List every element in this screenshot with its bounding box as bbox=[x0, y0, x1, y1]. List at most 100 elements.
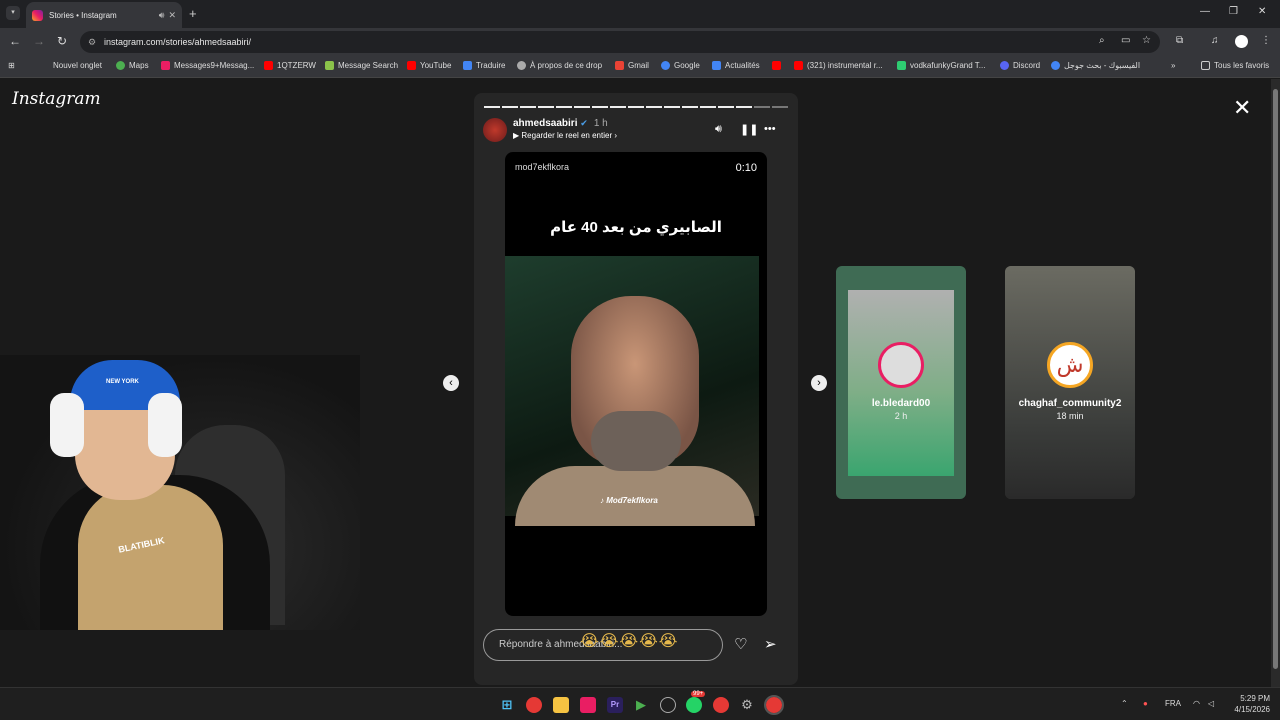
chrome-active-icon[interactable] bbox=[764, 695, 784, 715]
avatar: ش bbox=[1047, 342, 1093, 388]
tab-search-icon[interactable]: ▾ bbox=[6, 6, 20, 20]
bookmark-item[interactable]: Actualités bbox=[712, 61, 760, 70]
media-controls-icon[interactable]: ♫ bbox=[1211, 35, 1219, 46]
pause-icon[interactable]: ❚❚ bbox=[740, 123, 758, 136]
bookmark-item[interactable]: YouTube bbox=[407, 61, 451, 70]
premiere-pro-icon[interactable]: Pr bbox=[607, 697, 623, 713]
zoom-icon[interactable]: ⌕ bbox=[1099, 35, 1105, 46]
bookmark-item[interactable]: Message Search bbox=[325, 61, 398, 70]
profile-avatar[interactable] bbox=[1235, 35, 1248, 48]
watch-full-reel-link[interactable]: ▶ Regarder le reel en entier › bbox=[513, 131, 617, 140]
maps-icon bbox=[116, 61, 125, 70]
whatsapp-icon[interactable] bbox=[686, 697, 702, 713]
next-story-arrow[interactable]: › bbox=[811, 375, 827, 391]
previous-story-arrow[interactable]: ‹ bbox=[443, 375, 459, 391]
webcam-overlay: BLATIBLIK NEW YORK bbox=[0, 355, 360, 630]
minimize-icon[interactable]: — bbox=[1200, 6, 1210, 17]
preview-username: chaghaf_community2 bbox=[1018, 398, 1122, 409]
bookmark-item[interactable]: 1QTZERW bbox=[264, 61, 316, 70]
language-indicator[interactable]: FRA bbox=[1165, 699, 1181, 708]
folder-icon bbox=[1201, 61, 1210, 70]
volume-tray-icon[interactable]: ◁ bbox=[1208, 699, 1214, 708]
restore-icon[interactable]: ❐ bbox=[1229, 6, 1238, 17]
microphone-icon[interactable]: ● bbox=[1143, 699, 1148, 708]
settings-icon[interactable]: ⚙ bbox=[739, 697, 755, 713]
install-app-icon[interactable]: ▭ bbox=[1121, 35, 1130, 46]
progress-segment bbox=[700, 106, 716, 108]
instagram-logo[interactable]: Instagram bbox=[12, 89, 101, 109]
bookmark-item[interactable]: (321) instrumental r... bbox=[794, 61, 883, 70]
preview-username: le.bledard00 bbox=[871, 398, 931, 409]
window-close-icon[interactable]: ✕ bbox=[1258, 6, 1266, 17]
progress-segment bbox=[484, 106, 500, 108]
close-story-icon[interactable]: ✕ bbox=[1233, 95, 1251, 121]
send-icon[interactable]: ➢ bbox=[764, 635, 777, 653]
bookmark-item[interactable]: الفيسبوك - بحث جوجل bbox=[1051, 61, 1140, 70]
system-clock[interactable]: 5:29 PM 4/15/2026 bbox=[1226, 693, 1270, 715]
progress-segment bbox=[574, 106, 590, 108]
bookmark-item[interactable]: Discord bbox=[1000, 61, 1040, 70]
more-bookmarks-icon[interactable]: » bbox=[1171, 61, 1175, 70]
news-icon bbox=[712, 61, 721, 70]
bookmark-item[interactable] bbox=[772, 61, 785, 70]
site-info-icon[interactable]: ⚙ bbox=[88, 31, 96, 53]
screen: ▾ Stories • Instagram 🔊︎ ✕ + — ❐ ✕ ← → ↻… bbox=[0, 0, 1280, 720]
bookmark-item[interactable]: À propos de ce drop bbox=[517, 61, 602, 70]
gmail-icon bbox=[615, 61, 624, 70]
extensions-icon[interactable]: ⧉ bbox=[1176, 35, 1183, 46]
volume-icon[interactable]: 🔊︎ bbox=[715, 123, 722, 136]
bookmark-item[interactable]: Nouvel onglet bbox=[53, 61, 102, 70]
tiktok-watermark: ♪ Mod7ekflkora bbox=[600, 496, 658, 505]
menu-icon[interactable]: ⋮ bbox=[1261, 35, 1271, 46]
globe-icon bbox=[517, 61, 526, 70]
cap-print: NEW YORK bbox=[106, 379, 139, 385]
bookmark-item[interactable]: Gmail bbox=[615, 61, 649, 70]
reload-icon[interactable]: ↻ bbox=[57, 34, 67, 48]
back-icon[interactable]: ← bbox=[9, 34, 21, 48]
bookmark-item[interactable]: Maps bbox=[116, 61, 149, 70]
youtube-icon bbox=[772, 61, 781, 70]
tab-stories-instagram[interactable]: Stories • Instagram 🔊︎ ✕ bbox=[26, 2, 182, 28]
progress-segment bbox=[610, 106, 626, 108]
bookmark-item[interactable]: vodkafunkyGrand T... bbox=[897, 61, 985, 70]
story-progress-bar bbox=[484, 106, 788, 108]
apps-grid-icon[interactable]: ⊞ bbox=[8, 61, 15, 70]
youtube-icon bbox=[794, 61, 803, 70]
app-icon[interactable] bbox=[660, 697, 676, 713]
story-media[interactable]: mod7ekflkora 0:10 الصابيري من بعد 40 عام… bbox=[505, 152, 767, 616]
heart-icon[interactable]: ♡ bbox=[734, 635, 747, 653]
bookmark-item[interactable]: Messages9+Messag... bbox=[161, 61, 254, 70]
tab-close-icon[interactable]: ✕ bbox=[168, 10, 176, 21]
tray-expand-icon[interactable]: ⌃ bbox=[1121, 699, 1128, 708]
progress-segment bbox=[772, 106, 788, 108]
chrome-icon[interactable] bbox=[526, 697, 542, 713]
emoji-reactions[interactable]: 😭😭😭😭😭 bbox=[580, 631, 678, 651]
instagram-icon bbox=[161, 61, 170, 70]
more-options-icon[interactable]: ••• bbox=[764, 123, 776, 135]
wifi-icon[interactable]: ◠ bbox=[1193, 699, 1200, 708]
photo-beard bbox=[591, 411, 681, 471]
address-bar[interactable]: ⚙ instagram.com/stories/ahmedsaabiri/ bbox=[80, 31, 1160, 53]
page-scrollbar[interactable] bbox=[1271, 79, 1280, 687]
speaker-icon[interactable]: 🔊︎ bbox=[159, 10, 165, 21]
camera-app-icon[interactable] bbox=[580, 697, 596, 713]
forward-icon[interactable]: → bbox=[33, 34, 45, 48]
story-photo: ♪ Mod7ekflkora bbox=[505, 256, 759, 526]
new-tab-icon[interactable]: + bbox=[189, 6, 197, 21]
bookmark-item[interactable]: Google bbox=[661, 61, 700, 70]
next-story-preview[interactable]: le.bledard00 2 h bbox=[836, 266, 966, 499]
story-username[interactable]: ahmedsaabiri ✔ 1 h bbox=[513, 118, 608, 129]
next-story-preview[interactable]: ش chaghaf_community2 18 min bbox=[1005, 266, 1135, 499]
preview-time: 18 min bbox=[1056, 411, 1084, 421]
avatar[interactable] bbox=[483, 118, 507, 142]
progress-segment bbox=[628, 106, 644, 108]
file-explorer-icon[interactable] bbox=[553, 697, 569, 713]
chrome-profile-icon[interactable] bbox=[713, 697, 729, 713]
bookmark-item[interactable]: Traduire bbox=[463, 61, 506, 70]
active-story: ahmedsaabiri ✔ 1 h ▶ Regarder le reel en … bbox=[474, 93, 798, 685]
media-player-icon[interactable]: ▶ bbox=[633, 697, 649, 713]
avatar bbox=[878, 342, 924, 388]
bookmark-star-icon[interactable]: ☆ bbox=[1142, 35, 1151, 46]
windows-start-icon[interactable]: ⊞ bbox=[499, 697, 515, 713]
all-bookmarks[interactable]: Tous les favoris bbox=[1201, 61, 1269, 70]
